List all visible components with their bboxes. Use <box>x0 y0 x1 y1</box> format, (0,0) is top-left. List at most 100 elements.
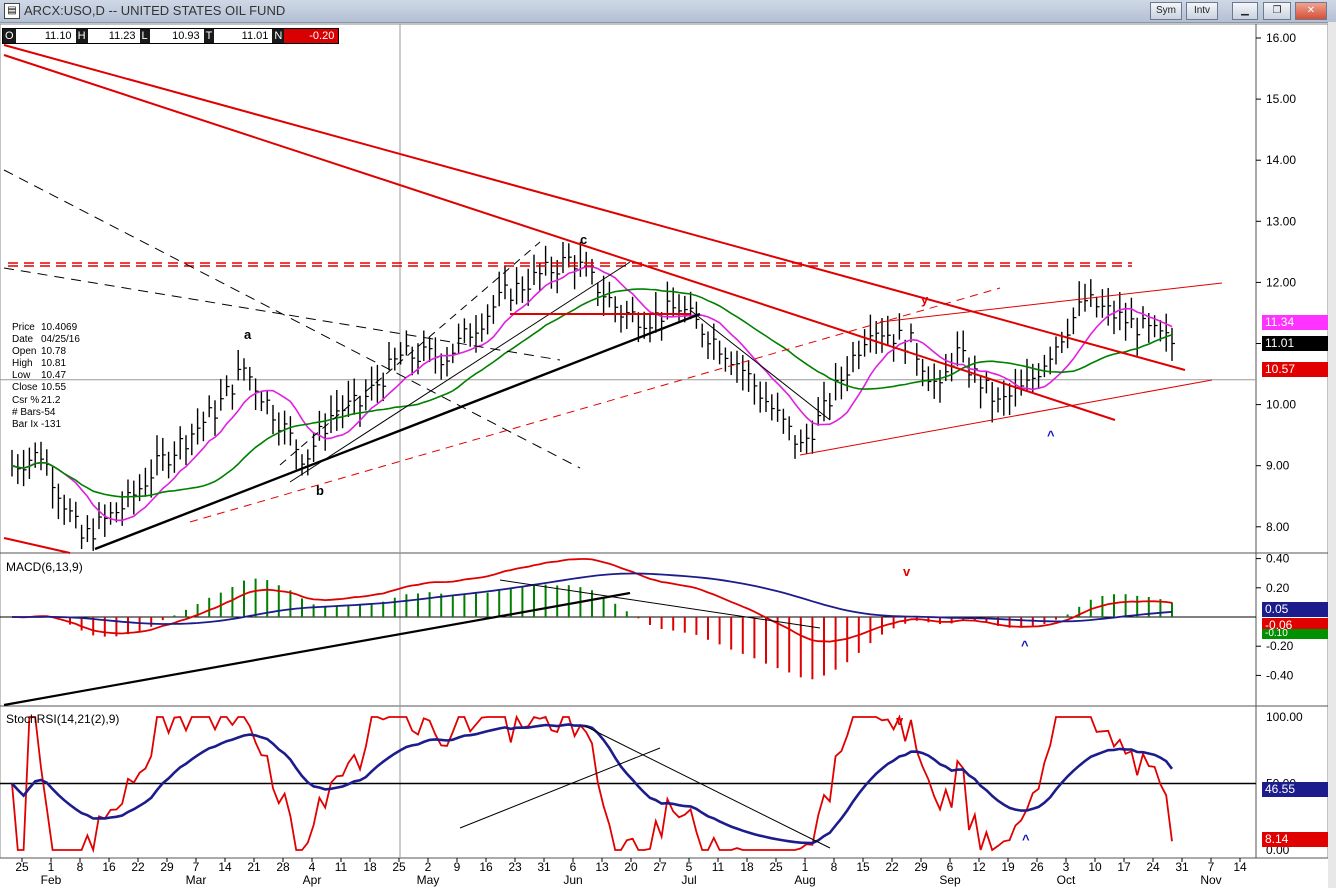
date-axis-label: 12 <box>972 860 986 874</box>
price-tag-trendline: 10.57 <box>1262 362 1328 377</box>
date-axis-label: 15 <box>856 860 870 874</box>
date-axis-label: 18 <box>363 860 377 874</box>
info-value: -131 <box>41 418 62 430</box>
falling-trendline-lower <box>3 54 1116 421</box>
date-axis-label: 10 <box>1088 860 1102 874</box>
macd-resistance-thin <box>499 579 821 629</box>
price-axis-label: 16.00 <box>1266 31 1296 45</box>
info-label: High <box>12 358 33 370</box>
month-label: Apr <box>303 873 322 887</box>
stoch-tag-slow: 46.55 <box>1262 782 1328 797</box>
info-value: 21.2 <box>41 394 61 406</box>
info-value: 10.4069 <box>41 322 78 333</box>
right-scroll-edge[interactable] <box>1328 22 1336 888</box>
stoch-top-marker: v <box>896 713 904 728</box>
date-axis-label: 25 <box>392 860 406 874</box>
date-axis-label: 1 <box>48 860 55 874</box>
price-bars <box>11 241 1175 551</box>
rising-dashed-red <box>189 287 1001 523</box>
info-value: 04/25/16 <box>41 334 80 346</box>
macd-axis-label: 0.40 <box>1266 552 1290 566</box>
date-axis-label: 13 <box>595 860 609 874</box>
info-value: 10.55 <box>41 382 67 394</box>
info-label: Low <box>12 370 31 382</box>
info-label: Csr % <box>12 394 40 406</box>
macd-bottom-marker: ^ <box>1021 638 1029 653</box>
date-axis-label: 25 <box>15 860 29 874</box>
macd-axis-label: -0.20 <box>1266 639 1294 653</box>
info-label: # Bars <box>12 406 41 418</box>
date-axis-label: 14 <box>218 860 232 874</box>
chart-frame <box>0 23 1329 859</box>
date-axis-label: 6 <box>947 860 954 874</box>
date-axis-label: 8 <box>831 860 838 874</box>
date-axis-label: 25 <box>769 860 783 874</box>
month-label: Jun <box>563 873 582 887</box>
month-label: Aug <box>794 873 815 887</box>
month-label: May <box>417 873 440 887</box>
stochrsi-label: StochRSI(14,21(2),9) <box>6 712 120 726</box>
info-value: 10.81 <box>41 358 67 370</box>
info-value: -54 <box>41 406 56 418</box>
price-axis-label: 15.00 <box>1266 92 1296 106</box>
date-axis-label: 31 <box>537 860 551 874</box>
macd-tag-hist: -0.10 <box>1262 629 1328 639</box>
cursor-info-box: Price 10.4069 Date 04/25/16 Open 10.78 High… <box>12 322 80 431</box>
date-axis-label: 7 <box>1208 860 1215 874</box>
date-axis-label: 23 <box>508 860 522 874</box>
stoch-bottom-marker: ^ <box>1022 832 1030 847</box>
price-axis-label: 10.00 <box>1266 398 1296 412</box>
date-axis-label: 5 <box>686 860 693 874</box>
price-axis-label: 8.00 <box>1266 520 1290 534</box>
price-bottom-marker: ^ <box>1047 428 1055 443</box>
month-label: Jul <box>681 873 696 887</box>
rising-support-line <box>94 312 701 551</box>
macd-support-trendline <box>3 591 631 707</box>
info-label: Price <box>12 322 35 333</box>
stoch-axis-label: 100.00 <box>1266 710 1303 724</box>
date-axis-label: 4 <box>309 860 316 874</box>
date-axis-label: 3 <box>1063 860 1070 874</box>
date-axis-label: 31 <box>1175 860 1189 874</box>
date-axis-label: 26 <box>1030 860 1044 874</box>
info-value: 10.78 <box>41 346 67 358</box>
info-label: Open <box>12 346 37 358</box>
wave-label-y: y <box>921 292 929 307</box>
stoch-tag-fast: 8.14 <box>1262 832 1328 847</box>
date-axis-label: 24 <box>1146 860 1160 874</box>
stoch-falling-line <box>584 725 831 849</box>
wave-label-b: b <box>316 483 324 498</box>
date-axis-label: 11 <box>712 860 725 874</box>
date-axis-label: 20 <box>624 860 638 874</box>
date-axis-label: 22 <box>131 860 145 874</box>
rising-channel-thin <box>289 261 631 483</box>
month-label: Oct <box>1057 873 1076 887</box>
month-label: Nov <box>1200 873 1221 887</box>
date-axis-label: 2 <box>425 860 432 874</box>
month-label: Feb <box>41 873 62 887</box>
chart-canvas[interactable]: 16.0015.0014.0013.0012.0011.0010.009.008… <box>0 0 1336 888</box>
date-axis-label: 9 <box>454 860 461 874</box>
macd-tag-line: 0.05 <box>1262 602 1328 617</box>
macd-axis-label: -0.40 <box>1266 668 1294 682</box>
price-tag-sma-fast: 11.34 <box>1262 315 1328 330</box>
info-label: Bar Ix <box>12 418 39 430</box>
info-label: Close <box>12 382 38 394</box>
info-value: 10.47 <box>41 370 67 382</box>
month-label: Mar <box>186 873 207 887</box>
price-axis-label: 13.00 <box>1266 214 1296 228</box>
date-axis-label: 11 <box>335 860 348 874</box>
date-axis-label: 27 <box>653 860 667 874</box>
date-axis-label: 29 <box>160 860 174 874</box>
date-axis-label: 8 <box>77 860 84 874</box>
price-axis-label: 9.00 <box>1266 459 1290 473</box>
date-axis-label: 17 <box>1117 860 1131 874</box>
falling-dashed-lower <box>3 267 561 361</box>
date-axis-label: 29 <box>914 860 928 874</box>
wave-label-a: a <box>244 327 252 342</box>
stoch-rising-line <box>459 747 661 829</box>
date-axis-label: 1 <box>802 860 809 874</box>
rising-channel-high <box>879 282 1223 323</box>
date-axis-label: 6 <box>570 860 577 874</box>
price-axis-label: 12.00 <box>1266 275 1296 289</box>
